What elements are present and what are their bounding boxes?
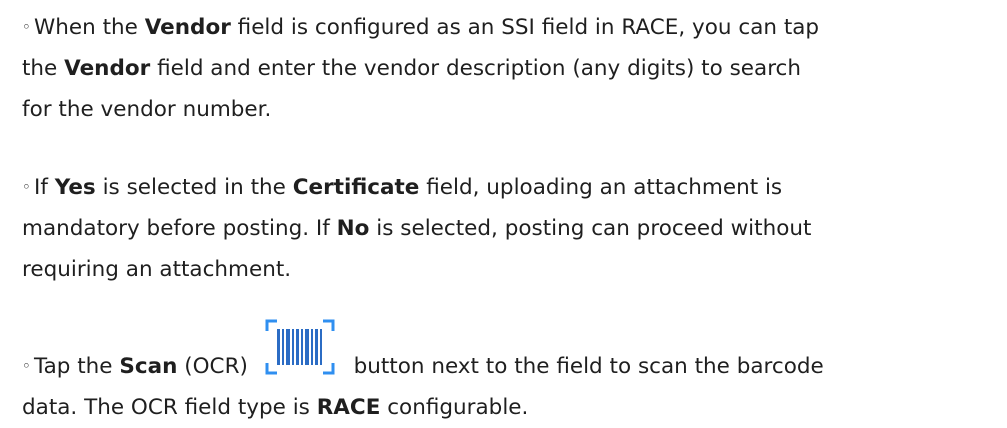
bold-term-no: No bbox=[336, 216, 370, 241]
line: the Vendor field and enter the vendor de… bbox=[22, 56, 802, 81]
bold-term-certificate: Certificate bbox=[292, 175, 420, 200]
bold-term-scan: Scan bbox=[119, 354, 178, 379]
list-item-scan: ◦ Tap the Scan (OCR) button next to the … bbox=[22, 319, 997, 428]
line: ◦ Tap the Scan (OCR) button next to the … bbox=[22, 319, 997, 387]
barcode-scan-icon[interactable] bbox=[263, 319, 337, 383]
bold-term-yes: Yes bbox=[54, 175, 96, 200]
bullet: ◦ bbox=[22, 18, 31, 36]
list-item-vendor-ssi: ◦ When the Vendor field is configured as … bbox=[22, 7, 997, 130]
line: requiring an attachment. bbox=[22, 257, 292, 282]
line: mandatory before posting. If No is selec… bbox=[22, 216, 812, 241]
line: ◦ If Yes is selected in the Certificate f… bbox=[22, 167, 997, 208]
line: for the vendor number. bbox=[22, 97, 272, 122]
bullet: ◦ bbox=[22, 357, 31, 375]
list-item-certificate: ◦ If Yes is selected in the Certificate f… bbox=[22, 167, 997, 290]
document: ◦ When the Vendor field is configured as … bbox=[0, 0, 1007, 420]
line: ◦ When the Vendor field is configured as … bbox=[22, 7, 997, 48]
bold-term-vendor: Vendor bbox=[64, 56, 151, 81]
bullet: ◦ bbox=[22, 178, 31, 196]
bold-term-vendor: Vendor bbox=[144, 15, 231, 40]
